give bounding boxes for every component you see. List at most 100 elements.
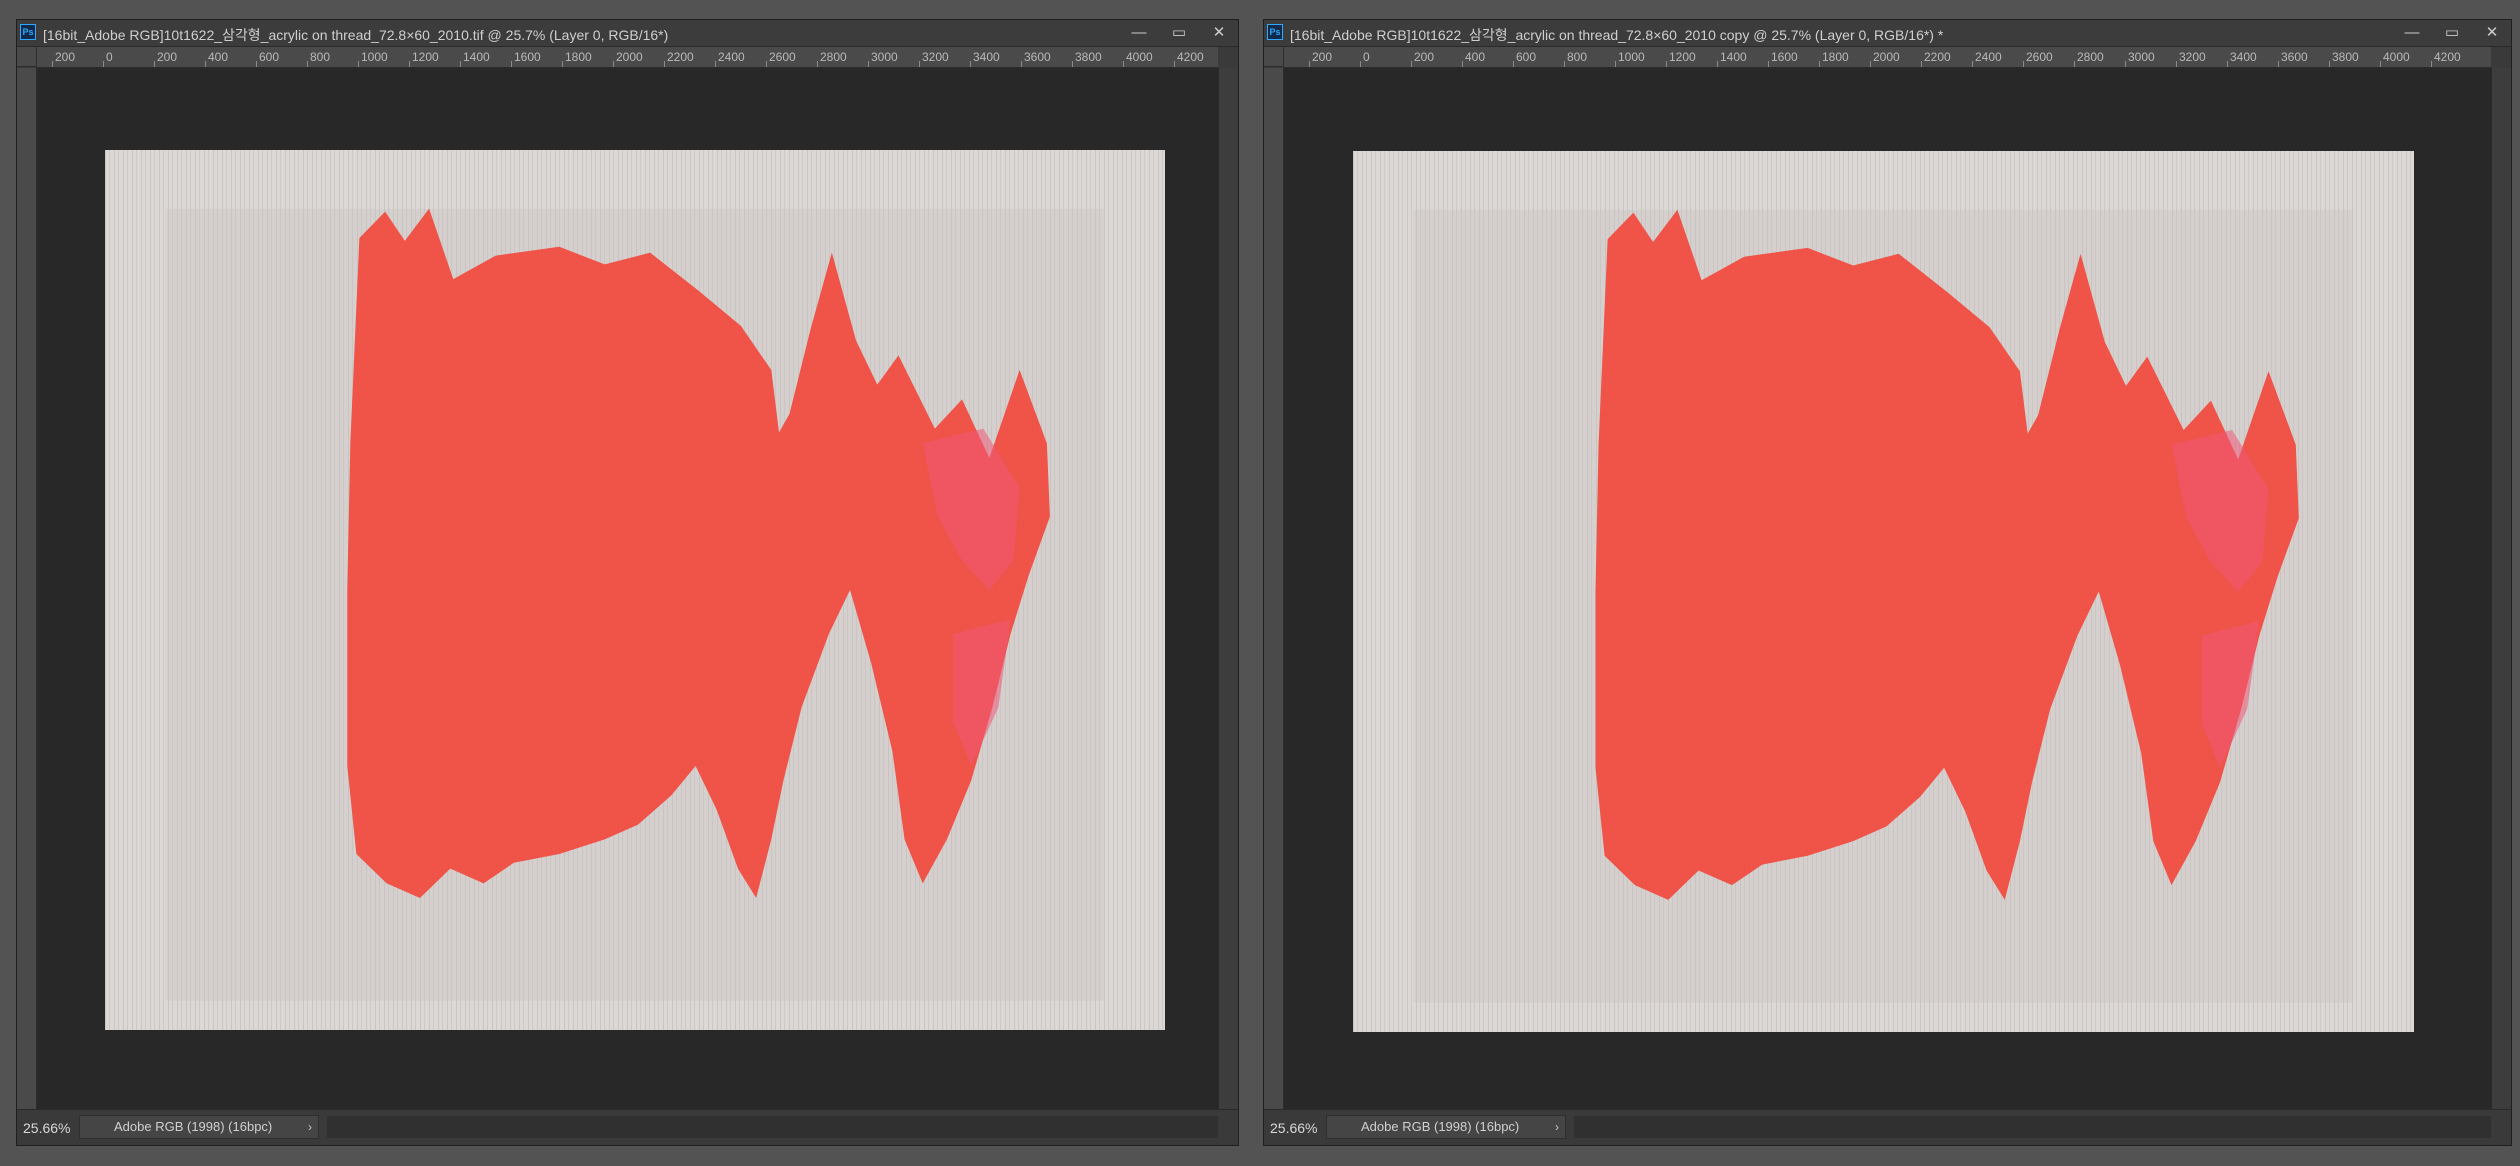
- ruler-tick-label: 3600: [2281, 50, 2308, 64]
- ruler-tick: [2227, 61, 2228, 67]
- ruler-tick: [1972, 61, 1973, 67]
- ruler-tick-label: 1200: [1669, 50, 1696, 64]
- maximize-icon[interactable]: ▭: [1160, 21, 1198, 45]
- ruler-tick: [2176, 61, 2177, 67]
- ruler-tick: [358, 61, 359, 67]
- ruler-tick: [2278, 61, 2279, 67]
- artwork-image: [1353, 151, 2414, 1032]
- document-titlebar[interactable]: Ps [16bit_Adobe RGB]10t1622_삼각형_acrylic …: [1264, 20, 2511, 47]
- document-window-copy[interactable]: Ps [16bit_Adobe RGB]10t1622_삼각형_acrylic …: [1263, 19, 2512, 1146]
- ruler-tick-label: 2800: [820, 50, 847, 64]
- ruler-tick-label: 4000: [1126, 50, 1153, 64]
- ruler-tick: [2074, 61, 2075, 67]
- document-titlebar[interactable]: Ps [16bit_Adobe RGB]10t1622_삼각형_acrylic …: [17, 20, 1238, 47]
- close-icon[interactable]: ✕: [1200, 21, 1238, 45]
- vertical-ruler[interactable]: [17, 68, 37, 1109]
- document-info[interactable]: Adobe RGB (1998) (16bpc) ›: [79, 1115, 319, 1139]
- ruler-tick: [970, 61, 971, 67]
- ruler-tick: [460, 61, 461, 67]
- ruler-tick: [1870, 61, 1871, 67]
- ruler-tick: [2023, 61, 2024, 67]
- ruler-tick-label: 2000: [616, 50, 643, 64]
- document-info[interactable]: Adobe RGB (1998) (16bpc) ›: [1326, 1115, 1566, 1139]
- vertical-scrollbar[interactable]: [1218, 68, 1238, 1109]
- ruler-tick: [1123, 61, 1124, 67]
- canvas-area[interactable]: [1284, 68, 2491, 1109]
- horizontal-scrollbar[interactable]: [327, 1116, 1218, 1138]
- ruler-tick: [1666, 61, 1667, 67]
- ruler-tick-label: 400: [208, 50, 229, 64]
- photoshop-app-icon: Ps: [1267, 24, 1283, 40]
- horizontal-scrollbar[interactable]: [1574, 1116, 2491, 1138]
- ruler-tick: [1021, 61, 1022, 67]
- ruler-tick-label: 2400: [718, 50, 745, 64]
- ruler-tick: [868, 61, 869, 67]
- ruler-tick: [1174, 61, 1175, 67]
- vertical-scrollbar[interactable]: [2491, 68, 2511, 1109]
- ruler-tick-label: 1200: [412, 50, 439, 64]
- ruler-tick: [409, 61, 410, 67]
- horizontal-ruler[interactable]: 200 0 200 400 600 800 1000 1200 1400 1600 1800 2000…: [1284, 47, 2491, 68]
- ruler-tick: [1072, 61, 1073, 67]
- ruler-tick: [1564, 61, 1565, 67]
- ruler-tick-label: 3400: [973, 50, 1000, 64]
- ruler-tick-label: 3600: [1024, 50, 1051, 64]
- ruler-tick-label: 3200: [2179, 50, 2206, 64]
- chevron-right-icon[interactable]: ›: [1555, 1116, 1559, 1138]
- ruler-tick-label: 600: [259, 50, 280, 64]
- vertical-ruler[interactable]: [1264, 68, 1284, 1109]
- ruler-tick: [1768, 61, 1769, 67]
- ruler-tick: [664, 61, 665, 67]
- ruler-origin-corner[interactable]: [1264, 47, 1284, 67]
- chevron-right-icon[interactable]: ›: [308, 1116, 312, 1138]
- ruler-tick-label: 3000: [2128, 50, 2155, 64]
- document-window-original[interactable]: Ps [16bit_Adobe RGB]10t1622_삼각형_acrylic …: [16, 19, 1239, 1146]
- ruler-tick: [715, 61, 716, 67]
- ruler-tick-label: 1600: [514, 50, 541, 64]
- ruler-tick: [2431, 61, 2432, 67]
- ruler-tick-label: 200: [1414, 50, 1435, 64]
- ruler-tick-label: 4000: [2383, 50, 2410, 64]
- maximize-icon[interactable]: ▭: [2433, 21, 2471, 45]
- ruler-tick-label: 200: [55, 50, 76, 64]
- ruler-tick: [103, 61, 104, 67]
- ruler-tick: [1921, 61, 1922, 67]
- ruler-tick: [1513, 61, 1514, 67]
- close-icon[interactable]: ✕: [2473, 21, 2511, 45]
- ruler-tick: [1615, 61, 1616, 67]
- ruler-tick-label: 0: [106, 50, 113, 64]
- ruler-tick: [1411, 61, 1412, 67]
- ruler-tick-label: 800: [310, 50, 331, 64]
- ruler-tick-label: 800: [1567, 50, 1588, 64]
- ruler-tick-label: 2200: [667, 50, 694, 64]
- ruler-tick-label: 2800: [2077, 50, 2104, 64]
- photoshop-app-icon: Ps: [20, 24, 36, 40]
- ruler-tick: [1360, 61, 1361, 67]
- ruler-tick: [52, 61, 53, 67]
- ruler-tick: [1819, 61, 1820, 67]
- horizontal-ruler[interactable]: 200 0 200 400 600 800 1000 1200 1400 1600 1800 2000…: [37, 47, 1218, 68]
- ruler-tick-label: 1800: [565, 50, 592, 64]
- minimize-icon[interactable]: —: [2393, 21, 2431, 45]
- ruler-tick-label: 2000: [1873, 50, 1900, 64]
- ruler-tick: [1462, 61, 1463, 67]
- ruler-tick: [2329, 61, 2330, 67]
- minimize-icon[interactable]: —: [1120, 21, 1158, 45]
- ruler-tick-label: 1600: [1771, 50, 1798, 64]
- status-bar: 25.66% Adobe RGB (1998) (16bpc) ›: [17, 1109, 1238, 1145]
- ruler-tick: [511, 61, 512, 67]
- ruler-tick: [817, 61, 818, 67]
- ruler-tick: [2380, 61, 2381, 67]
- document-title: [16bit_Adobe RGB]10t1622_삼각형_acrylic on …: [1290, 27, 1944, 43]
- ruler-tick-label: 600: [1516, 50, 1537, 64]
- zoom-level[interactable]: 25.66%: [1270, 1120, 1326, 1136]
- ruler-tick-label: 3400: [2230, 50, 2257, 64]
- canvas-area[interactable]: [37, 68, 1218, 1109]
- ruler-tick: [154, 61, 155, 67]
- ruler-tick: [919, 61, 920, 67]
- painted-shape: [1413, 209, 2354, 1003]
- ruler-tick: [613, 61, 614, 67]
- ruler-origin-corner[interactable]: [17, 47, 37, 67]
- ruler-tick: [766, 61, 767, 67]
- zoom-level[interactable]: 25.66%: [23, 1120, 79, 1136]
